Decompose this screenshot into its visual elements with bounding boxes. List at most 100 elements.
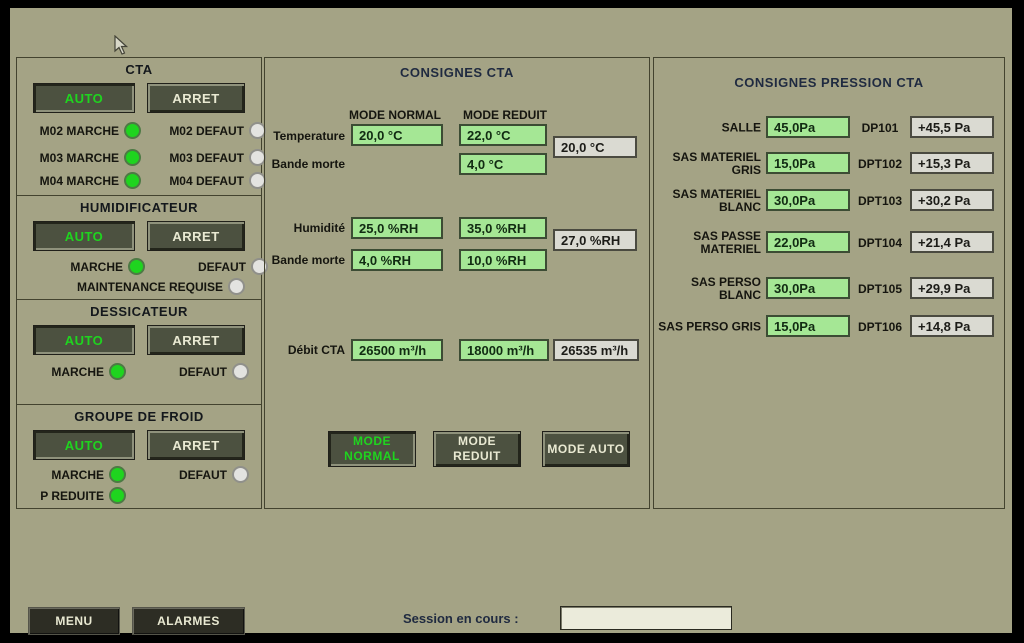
p-reduite-led <box>109 487 126 504</box>
menu-button[interactable]: MENU <box>28 607 120 635</box>
pressure-row: SAS PERSO GRIS 15,0Pa DPT106 +14,8 Pa <box>654 315 1004 339</box>
groupe-froid-auto-button[interactable]: AUTO <box>33 430 135 460</box>
indicator-label: DEFAUT <box>150 260 246 274</box>
indicator-label: M03 MARCHE <box>23 151 119 165</box>
debit-reduit-setpoint[interactable]: 18000 m³/h <box>459 339 549 361</box>
indicator-label: M03 DEFAUT <box>146 151 244 165</box>
humidite-actual-value: 27,0 %RH <box>553 229 637 251</box>
bande-morte-temp-label: Bande morte <box>269 157 345 171</box>
dpt103-value: +30,2 Pa <box>910 189 994 211</box>
pressure-tag: DPT106 <box>854 320 906 334</box>
salle-setpoint[interactable]: 45,0Pa <box>766 116 850 138</box>
alarmes-button[interactable]: ALARMES <box>132 607 245 635</box>
column-header-mode-reduit: MODE REDUIT <box>455 108 555 122</box>
section-title: HUMIDIFICATEUR <box>17 200 261 215</box>
cta-arret-button[interactable]: ARRET <box>147 83 245 113</box>
sas-perso-gris-setpoint[interactable]: 15,0Pa <box>766 315 850 337</box>
consignes-pression-panel: CONSIGNES PRESSION CTA SALLE 45,0Pa DP10… <box>653 57 1005 509</box>
pressure-tag: DPT105 <box>854 282 906 296</box>
dessicateur-marche-led <box>109 363 126 380</box>
m04-marche-led <box>124 172 141 189</box>
mode-auto-button[interactable]: MODE AUTO <box>542 431 630 467</box>
sas-passe-materiel-setpoint[interactable]: 22,0Pa <box>766 231 850 253</box>
pressure-tag: DPT103 <box>854 194 906 208</box>
session-label: Session en cours : <box>403 611 519 626</box>
pressure-row-label: SAS PERSO GRIS <box>654 321 761 334</box>
dessicateur-auto-button[interactable]: AUTO <box>33 325 135 355</box>
session-input[interactable] <box>560 606 732 630</box>
panel-title: CONSIGNES CTA <box>265 65 649 80</box>
panel-title: CONSIGNES PRESSION CTA <box>654 75 1004 90</box>
pressure-row-label: SAS PERSO BLANC <box>654 276 761 302</box>
pressure-row-label: SAS MATERIEL GRIS <box>654 151 761 177</box>
section-humidificateur: HUMIDIFICATEUR AUTO ARRET MARCHE DEFAUT … <box>17 196 261 300</box>
debit-normal-setpoint[interactable]: 26500 m³/h <box>351 339 443 361</box>
bande-morte-hum-normal-setpoint[interactable]: 4,0 %RH <box>351 249 443 271</box>
section-title: GROUPE DE FROID <box>17 409 261 424</box>
sas-materiel-blanc-setpoint[interactable]: 30,0Pa <box>766 189 850 211</box>
humidite-normal-setpoint[interactable]: 25,0 %RH <box>351 217 443 239</box>
groupe-froid-marche-led <box>109 466 126 483</box>
indicator-label: MAINTENANCE REQUISE <box>77 280 223 294</box>
indicator-label: MARCHE <box>19 468 104 482</box>
humidificateur-marche-led <box>128 258 145 275</box>
pressure-tag: DPT102 <box>854 157 906 171</box>
indicator-label: P REDUITE <box>19 489 104 503</box>
pressure-row-label: SALLE <box>654 122 761 135</box>
pressure-row: SAS MATERIEL BLANC 30,0Pa DPT103 +30,2 P… <box>654 189 1004 213</box>
debit-cta-label: Débit CTA <box>269 343 345 357</box>
dessicateur-arret-button[interactable]: ARRET <box>147 325 245 355</box>
hmi-screen: CTA AUTO ARRET M02 MARCHE M02 DEFAUT M03… <box>0 0 1024 643</box>
maintenance-requise-led <box>228 278 245 295</box>
indicator-label: M04 MARCHE <box>23 174 119 188</box>
debit-actual-value: 26535 m³/h <box>553 339 639 361</box>
pressure-row: SAS MATERIEL GRIS 15,0Pa DPT102 +15,3 Pa <box>654 152 1004 176</box>
section-groupe-de-froid: GROUPE DE FROID AUTO ARRET MARCHE DEFAUT… <box>17 405 261 508</box>
m03-marche-led <box>124 149 141 166</box>
humidificateur-arret-button[interactable]: ARRET <box>147 221 245 251</box>
bande-morte-hum-reduit-setpoint[interactable]: 10,0 %RH <box>459 249 547 271</box>
bande-morte-temp-reduit-setpoint[interactable]: 4,0 °C <box>459 153 547 175</box>
column-header-mode-normal: MODE NORMAL <box>345 108 445 122</box>
indicator-label: M02 DEFAUT <box>146 124 244 138</box>
m02-marche-led <box>124 122 141 139</box>
indicator-label: DEFAUT <box>131 468 227 482</box>
pressure-row: SAS PERSO BLANC 30,0Pa DPT105 +29,9 Pa <box>654 277 1004 301</box>
pressure-row: SAS PASSE MATERIEL 22,0Pa DPT104 +21,4 P… <box>654 231 1004 255</box>
indicator-label: DEFAUT <box>131 365 227 379</box>
sas-perso-blanc-setpoint[interactable]: 30,0Pa <box>766 277 850 299</box>
mode-reduit-button[interactable]: MODE REDUIT <box>433 431 521 467</box>
dpt105-value: +29,9 Pa <box>910 277 994 299</box>
pressure-tag: DP101 <box>854 121 906 135</box>
cta-auto-button[interactable]: AUTO <box>33 83 135 113</box>
dp101-value: +45,5 Pa <box>910 116 994 138</box>
consignes-cta-panel: CONSIGNES CTA MODE NORMAL MODE REDUIT Te… <box>264 57 650 509</box>
indicator-label: M02 MARCHE <box>23 124 119 138</box>
pressure-tag: DPT104 <box>854 236 906 250</box>
groupe-froid-defaut-led <box>232 466 249 483</box>
dpt106-value: +14,8 Pa <box>910 315 994 337</box>
temperature-actual-value: 20,0 °C <box>553 136 637 158</box>
temperature-label: Temperature <box>269 129 345 143</box>
temperature-normal-setpoint[interactable]: 20,0 °C <box>351 124 443 146</box>
indicator-label: MARCHE <box>19 365 104 379</box>
pressure-row-label: SAS MATERIEL BLANC <box>654 188 761 214</box>
section-dessicateur: DESSICATEUR AUTO ARRET MARCHE DEFAUT <box>17 300 261 405</box>
equipment-panel: CTA AUTO ARRET M02 MARCHE M02 DEFAUT M03… <box>16 57 262 509</box>
pressure-row: SALLE 45,0Pa DP101 +45,5 Pa <box>654 116 1004 140</box>
humidificateur-auto-button[interactable]: AUTO <box>33 221 135 251</box>
sas-materiel-gris-setpoint[interactable]: 15,0Pa <box>766 152 850 174</box>
dessicateur-defaut-led <box>232 363 249 380</box>
indicator-label: MARCHE <box>23 260 123 274</box>
humidite-reduit-setpoint[interactable]: 35,0 %RH <box>459 217 547 239</box>
bande-morte-hum-label: Bande morte <box>269 253 345 267</box>
temperature-reduit-setpoint[interactable]: 22,0 °C <box>459 124 547 146</box>
groupe-froid-arret-button[interactable]: ARRET <box>147 430 245 460</box>
pressure-row-label: SAS PASSE MATERIEL <box>654 230 761 256</box>
dpt104-value: +21,4 Pa <box>910 231 994 253</box>
dpt102-value: +15,3 Pa <box>910 152 994 174</box>
section-cta: CTA AUTO ARRET M02 MARCHE M02 DEFAUT M03… <box>17 58 261 196</box>
humidite-label: Humidité <box>269 221 345 235</box>
section-title: DESSICATEUR <box>17 304 261 319</box>
mode-normal-button[interactable]: MODE NORMAL <box>328 431 416 467</box>
